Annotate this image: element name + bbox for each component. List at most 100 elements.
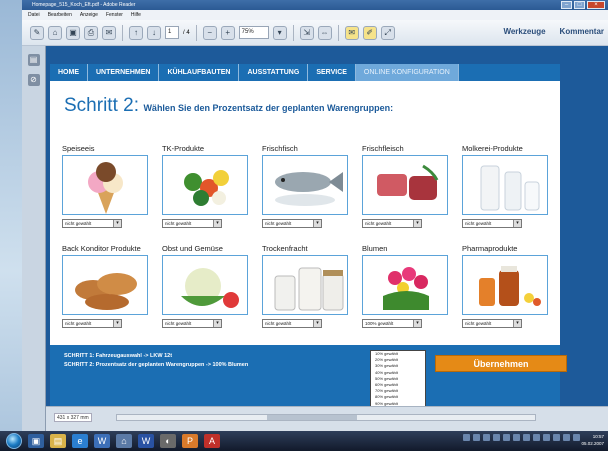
percentage-select[interactable]: nicht gewählt ▾: [162, 319, 222, 328]
percentage-select[interactable]: nicht gewählt ▾: [262, 219, 322, 228]
expand-icon[interactable]: ⤢: [380, 25, 395, 40]
tray-icon[interactable]: [553, 434, 560, 441]
chevron-down-icon[interactable]: ▾: [213, 220, 221, 227]
zoom-dropdown-icon[interactable]: ▾: [272, 25, 287, 40]
word-icon[interactable]: W: [94, 434, 110, 448]
product-group-card: Obst und Gemüse nicht gewählt ▾: [162, 244, 254, 328]
milk-icon: [462, 155, 548, 215]
percentage-select[interactable]: nicht gewählt ▾: [362, 219, 422, 228]
chevron-down-icon[interactable]: ▾: [513, 320, 521, 327]
percentage-select[interactable]: nicht gewählt ▾: [62, 219, 122, 228]
product-group-card: Molkerei-Produkte nicht gewählt ▾: [462, 144, 554, 228]
adobe-reader-icon[interactable]: A: [204, 434, 220, 448]
percentage-select[interactable]: nicht gewählt ▾: [462, 319, 522, 328]
page-down-icon[interactable]: ↓: [147, 25, 161, 40]
chevron-down-icon[interactable]: ▾: [113, 220, 121, 227]
menu-item[interactable]: Anzeige: [80, 10, 98, 20]
menu-item[interactable]: Hilfe: [131, 10, 141, 20]
media-icon[interactable]: ◐: [160, 434, 176, 448]
email-icon[interactable]: ✉: [102, 25, 116, 40]
product-group-label: Speiseeis: [62, 144, 95, 153]
zoom-input[interactable]: 75%: [238, 26, 269, 39]
percentage-select[interactable]: nicht gewählt ▾: [62, 319, 122, 328]
tray-icon[interactable]: [493, 434, 500, 441]
chevron-down-icon[interactable]: ▾: [313, 220, 321, 227]
tray-icon[interactable]: [483, 434, 490, 441]
clock-time: 10:57: [592, 434, 604, 439]
fit-page-icon[interactable]: ⇲: [299, 25, 314, 40]
bread-icon: [62, 255, 148, 315]
tray-icon[interactable]: [563, 434, 570, 441]
product-group-label: Back Konditor Produkte: [62, 244, 141, 253]
apply-button[interactable]: Übernehmen: [435, 355, 567, 372]
open-icon[interactable]: ⌂: [48, 25, 62, 40]
tray-icon[interactable]: [543, 434, 550, 441]
save-icon[interactable]: ▣: [66, 25, 80, 40]
show-desktop-icon[interactable]: ▣: [28, 434, 44, 448]
percentage-select-value: nicht gewählt: [65, 221, 92, 226]
minimize-icon[interactable]: –: [561, 1, 572, 9]
product-group-label: Trockenfracht: [262, 244, 308, 253]
chevron-down-icon[interactable]: ▾: [213, 320, 221, 327]
internet-explorer-icon[interactable]: e: [72, 434, 88, 448]
medicine-icon: [462, 255, 548, 315]
system-tray: [463, 434, 580, 441]
percentage-select[interactable]: nicht gewählt ▾: [162, 219, 222, 228]
comment-link[interactable]: Kommentar: [560, 27, 604, 36]
comment-icon[interactable]: ✉: [344, 25, 359, 40]
explorer-icon[interactable]: ▤: [50, 434, 66, 448]
menu-item[interactable]: Bearbeiten: [48, 10, 72, 20]
product-group-label: Blumen: [362, 244, 388, 253]
percentage-select[interactable]: nicht gewählt ▾: [462, 219, 522, 228]
powerpoint-icon[interactable]: P: [182, 434, 198, 448]
percentage-select-value: nicht gewählt: [465, 321, 492, 326]
tray-icon[interactable]: [463, 434, 470, 441]
tray-icon[interactable]: [573, 434, 580, 441]
attachments-icon[interactable]: ⊘: [27, 74, 40, 86]
menu-item[interactable]: Datei: [28, 10, 40, 20]
tray-icon[interactable]: [523, 434, 530, 441]
product-group-label: Molkerei-Produkte: [462, 144, 523, 153]
ice-cream-icon: [62, 155, 148, 215]
chevron-down-icon[interactable]: ▾: [113, 320, 121, 327]
percentage-select[interactable]: nicht gewählt ▾: [262, 319, 322, 328]
chevron-down-icon[interactable]: ▾: [513, 220, 521, 227]
chevron-down-icon[interactable]: ▾: [313, 320, 321, 327]
create-pdf-icon[interactable]: ✎: [30, 25, 44, 40]
zoom-out-icon[interactable]: −: [202, 25, 217, 40]
nav-item[interactable]: HOME: [50, 64, 88, 81]
tray-icon[interactable]: [533, 434, 540, 441]
tools-link[interactable]: Werkzeuge: [503, 27, 545, 36]
maximize-icon[interactable]: □: [574, 1, 585, 9]
menu-item[interactable]: Fenster: [106, 10, 123, 20]
horizontal-scrollbar[interactable]: [116, 414, 536, 421]
percentage-dropdown-list[interactable]: 10% gewählt 20% gewählt 30% gewählt 40% gew…: [370, 350, 426, 406]
close-icon[interactable]: ×: [587, 1, 605, 9]
page-up-icon[interactable]: ↑: [129, 25, 143, 40]
zoom-in-icon[interactable]: +: [220, 25, 235, 40]
tray-icon[interactable]: [513, 434, 520, 441]
scrollbar-thumb[interactable]: [267, 415, 357, 420]
chevron-down-icon[interactable]: ▾: [413, 320, 421, 327]
fit-width-icon[interactable]: ⇔: [317, 25, 332, 40]
nav-item[interactable]: UNTERNEHMEN: [88, 64, 160, 81]
page-thumbnails-icon[interactable]: ▤: [27, 54, 40, 66]
highlight-icon[interactable]: ✐: [362, 25, 377, 40]
percentage-select[interactable]: 100% gewählt ▾: [362, 319, 422, 328]
print-icon[interactable]: ⎙: [84, 25, 98, 40]
product-group-card: Trockenfracht nicht gewählt ▾: [262, 244, 354, 328]
network-icon[interactable]: ⌂: [116, 434, 132, 448]
chevron-down-icon[interactable]: ▾: [413, 220, 421, 227]
tray-icon[interactable]: [473, 434, 480, 441]
page-number-input[interactable]: 1: [165, 26, 179, 39]
taskbar-clock[interactable]: 10:57 05.02.2007: [581, 433, 604, 447]
status-bar: 431 x 327 mm: [46, 406, 608, 431]
tray-icon[interactable]: [503, 434, 510, 441]
summary-step-2: SCHRITT 2: Prozentsatz der geplanten War…: [64, 362, 249, 368]
nav-item[interactable]: AUSSTATTUNG: [239, 64, 309, 81]
nav-item[interactable]: KÜHLAUFBAUTEN: [159, 64, 240, 81]
word-document-icon[interactable]: W: [138, 434, 154, 448]
nav-item[interactable]: SERVICE: [308, 64, 356, 81]
start-button[interactable]: [6, 433, 22, 449]
nav-item[interactable]: ONLINE KONFIGURATION: [355, 64, 459, 81]
